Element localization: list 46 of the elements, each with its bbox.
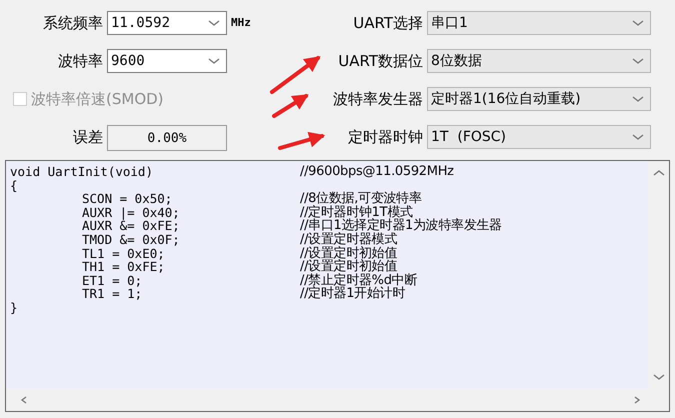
chevron-down-icon — [632, 95, 644, 103]
dropdown[interactable]: 11.0592 — [107, 11, 227, 35]
checkbox-label: 波特率倍速(SMOD) — [31, 90, 164, 108]
dropdown[interactable]: 定时器1(16位自动重载) — [427, 87, 651, 111]
code-text: void UartInit(void) — [10, 165, 154, 179]
code-comment: //8位数据,可变波特率 — [300, 192, 422, 206]
code-comment: //定时器时钟1T模式 — [300, 206, 413, 220]
annotation-arrow — [278, 132, 326, 150]
code-text: } — [10, 300, 18, 315]
field-label: UART选择 — [353, 13, 423, 34]
field-label: 误差 — [72, 127, 103, 148]
scroll-up-icon — [653, 169, 665, 177]
code-text: AUXR |= 0x40; — [81, 206, 181, 220]
field-label: 波特率 — [57, 51, 103, 72]
field-label: 定时器时钟 — [348, 127, 423, 148]
field-label: 系统频率 — [42, 13, 103, 34]
dropdown[interactable]: 9600 — [107, 49, 227, 73]
code-comment: //设置定时初始值 — [300, 260, 398, 274]
code-editor[interactable] — [6, 161, 649, 389]
code-text: { — [10, 178, 18, 192]
code-comment: //定时器1开始计时 — [300, 287, 406, 301]
code-comment: //设置定时器模式 — [300, 232, 398, 247]
code-text: TL1 = 0xE0; — [81, 246, 165, 260]
code-text: TR1 = 1; — [81, 287, 144, 301]
field-label: UART数据位 — [338, 51, 423, 72]
code-comment: //设置定时初始值 — [300, 246, 398, 260]
code-comment: //串口1选择定时器1为波特率发生器 — [300, 219, 502, 233]
chevron-down-icon — [632, 19, 644, 27]
code-text: AUXR &= 0xFE; — [81, 219, 181, 233]
dropdown[interactable]: 8位数据 — [427, 49, 651, 73]
field-label: 波特率发生器 — [333, 89, 423, 110]
chevron-down-icon — [208, 57, 220, 65]
scroll-down-icon — [653, 373, 665, 381]
code-text: TH1 = 0xFE; — [81, 260, 166, 274]
readout-field: 0.00% — [107, 125, 227, 151]
dropdown[interactable]: 1T (FOSC) — [427, 125, 651, 149]
code-comment: //禁止定时器%d中断 — [300, 274, 418, 288]
code-text: ET1 = 0; — [81, 274, 142, 288]
code-text: TMOD &= 0x0F; — [81, 232, 181, 247]
unit-label: MHz — [231, 15, 252, 31]
chevron-down-icon — [208, 19, 220, 27]
dropdown[interactable]: 串口1 — [427, 11, 651, 35]
code-text: SCON = 0x50; — [81, 192, 174, 206]
chevron-down-icon — [632, 133, 644, 141]
chevron-down-icon — [632, 57, 644, 65]
code-comment: //9600bps@11.0592MHz — [300, 165, 454, 179]
